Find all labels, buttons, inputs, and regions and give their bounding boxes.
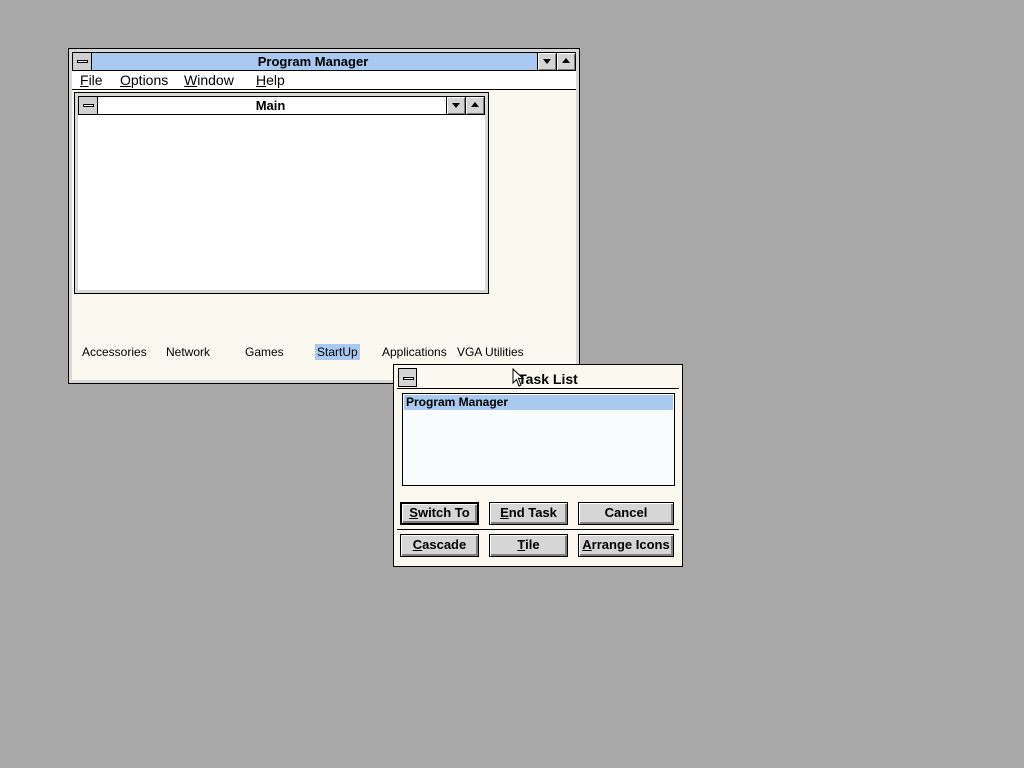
menu-options[interactable]: Options — [120, 71, 168, 89]
switch-to-mnemonic: S — [409, 505, 418, 520]
cascade-label: ascade — [422, 537, 467, 552]
maximize-icon[interactable] — [556, 53, 575, 70]
menu-bar: File Options Window Help — [72, 71, 576, 90]
main-group-window[interactable]: Main — [74, 92, 489, 294]
cancel-label: Cancel — [604, 505, 648, 520]
program-manager-client: Main Accessories Network Games StartUp A… — [72, 91, 576, 380]
group-icon-games[interactable]: Games — [243, 344, 286, 360]
menu-file[interactable]: File — [80, 71, 103, 89]
minimize-icon[interactable] — [446, 97, 465, 114]
switch-to-button[interactable]: Switch To — [400, 502, 479, 525]
menu-help[interactable]: Help — [256, 71, 285, 89]
task-list-title: Task List — [518, 371, 578, 387]
system-menu-icon[interactable] — [398, 368, 417, 387]
divider — [397, 529, 679, 531]
switch-to-label: witch To — [417, 505, 470, 520]
arrange-icons-mnemonic: A — [582, 537, 592, 552]
group-icon-accessories[interactable]: Accessories — [80, 344, 149, 360]
main-group-title: Main — [255, 98, 286, 113]
system-menu-icon[interactable] — [79, 97, 98, 114]
arrange-icons-label: rrange Icons — [591, 537, 670, 552]
group-icon-startup[interactable]: StartUp — [315, 344, 360, 360]
end-task-mnemonic: E — [500, 505, 509, 520]
end-task-button[interactable]: End Task — [489, 502, 568, 525]
menu-window[interactable]: Window — [184, 71, 234, 89]
arrange-icons-button[interactable]: Arrange Icons — [578, 534, 674, 557]
group-icons-row: Accessories Network Games StartUp Applic… — [72, 344, 576, 364]
mouse-pointer-icon — [512, 368, 525, 387]
tile-button[interactable]: Tile — [489, 534, 568, 557]
tile-label: ile — [525, 537, 540, 552]
task-listbox[interactable]: Program Manager — [402, 393, 675, 486]
program-manager-window: Program Manager File Options Window Help… — [68, 48, 580, 384]
group-icon-vga-utilities[interactable]: VGA Utilities — [455, 344, 526, 360]
cascade-mnemonic: C — [412, 537, 423, 552]
cancel-button[interactable]: Cancel — [578, 502, 674, 525]
maximize-icon[interactable] — [465, 97, 484, 114]
list-item[interactable]: Program Manager — [404, 395, 673, 410]
task-list-dialog: Task List Program Manager Switch To End … — [393, 364, 683, 567]
tile-mnemonic: T — [517, 537, 526, 552]
end-task-label: nd Task — [508, 505, 557, 520]
main-group-titlebar[interactable]: Main — [78, 96, 485, 115]
system-menu-icon[interactable] — [73, 53, 92, 70]
window-title: Program Manager — [257, 54, 369, 69]
task-list-titlebar[interactable]: Task List — [397, 368, 679, 389]
group-icon-network[interactable]: Network — [164, 344, 212, 360]
cascade-button[interactable]: Cascade — [400, 534, 479, 557]
group-icon-applications[interactable]: Applications — [380, 344, 449, 360]
program-manager-titlebar[interactable]: Program Manager — [72, 52, 576, 71]
minimize-icon[interactable] — [537, 53, 556, 70]
